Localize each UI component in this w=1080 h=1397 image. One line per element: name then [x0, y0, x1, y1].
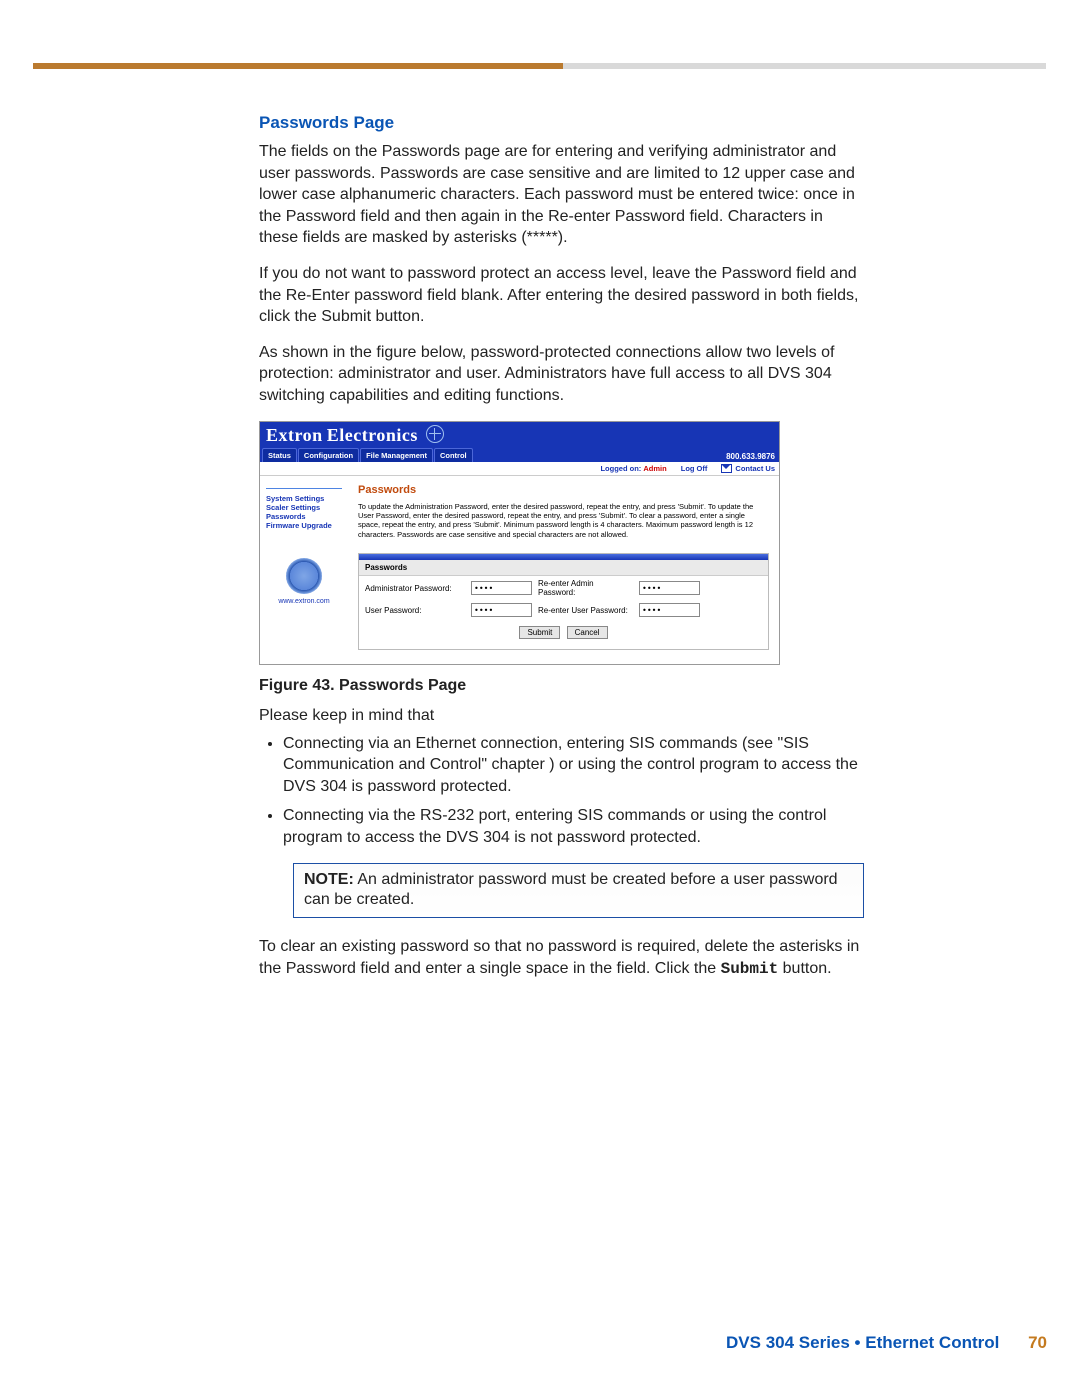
note-box: NOTE: An administrator password must be … [293, 863, 864, 919]
figure-caption-bold: Figure 43. [259, 677, 339, 694]
note-body: An administrator password must be create… [304, 871, 838, 909]
figure-caption-title: Passwords Page [339, 677, 466, 694]
page: Passwords Page The fields on the Passwor… [0, 0, 1080, 1397]
tab-status[interactable]: Status [262, 448, 297, 462]
bullet-list: Connecting via an Ethernet connection, e… [259, 733, 864, 849]
figure-caption: Figure 43. Passwords Page [259, 677, 864, 695]
cancel-button[interactable]: Cancel [567, 626, 608, 639]
content-column: Passwords Page The fields on the Passwor… [259, 113, 864, 994]
admin-password-input[interactable] [471, 581, 532, 595]
main-area: System Settings Scaler Settings Password… [260, 476, 779, 665]
please-keep-in-mind: Please keep in mind that [259, 705, 864, 727]
contact-us-label: Contact Us [735, 464, 775, 473]
action-row: Submit Cancel [359, 620, 768, 649]
admin-password-row: Administrator Password: Re-enter Admin P… [359, 576, 768, 600]
tab-bar: Status Configuration File Management Con… [260, 447, 779, 462]
sidebar-divider [266, 488, 342, 489]
re-admin-password-input[interactable] [639, 581, 700, 595]
brand-text: Extron Electronics [266, 425, 418, 445]
submit-button[interactable]: Submit [519, 626, 560, 639]
intro-paragraph-1: The fields on the Passwords page are for… [259, 141, 864, 249]
tab-control[interactable]: Control [434, 448, 473, 462]
sidebar-item-firmware-upgrade[interactable]: Firmware Upgrade [266, 521, 342, 530]
sidebar: System Settings Scaler Settings Password… [260, 476, 348, 665]
clear-password-part-c: button. [778, 960, 831, 977]
figure-screenshot: Extron Electronics Status Configuration … [259, 421, 780, 666]
tab-file-management[interactable]: File Management [360, 448, 433, 462]
re-admin-password-label: Re-enter Admin Password: [538, 579, 633, 597]
bullet-rs232: Connecting via the RS-232 port, entering… [283, 805, 864, 848]
submit-literal: Submit [721, 960, 779, 978]
page-footer: DVS 304 Series • Ethernet Control 70 [33, 1333, 1047, 1353]
page-header-rule [33, 63, 1046, 69]
bullet-ethernet: Connecting via an Ethernet connection, e… [283, 733, 864, 798]
page-header-rule-accent [33, 63, 563, 69]
contact-us-link[interactable]: Contact Us [721, 464, 775, 473]
logged-on-text: Logged on: [600, 464, 641, 473]
info-bar: Logged on: Admin Log Off Contact Us [260, 462, 779, 476]
sidebar-item-passwords[interactable]: Passwords [266, 512, 342, 521]
seal-icon [286, 558, 322, 594]
passwords-panel: Passwords Administrator Password: Re-ent… [358, 553, 769, 650]
log-off-link[interactable]: Log Off [681, 464, 708, 473]
page-title: Passwords [358, 484, 769, 496]
logged-on-user: Admin [643, 464, 666, 473]
clear-password-paragraph: To clear an existing password so that no… [259, 936, 864, 980]
user-password-input[interactable] [471, 603, 532, 617]
site-url[interactable]: www.extron.com [266, 598, 342, 605]
brand-logo-icon [426, 425, 444, 443]
content-panel: Passwords To update the Administration P… [348, 476, 779, 665]
footer-page-number: 70 [1028, 1333, 1047, 1352]
tab-configuration[interactable]: Configuration [298, 448, 359, 462]
sidebar-item-system-settings[interactable]: System Settings [266, 494, 342, 503]
re-user-password-input[interactable] [639, 603, 700, 617]
mail-icon [721, 464, 732, 473]
panel-section-label: Passwords [359, 560, 768, 576]
intro-paragraph-2: If you do not want to password protect a… [259, 263, 864, 328]
logged-on-label: Logged on: Admin [600, 464, 666, 473]
page-description: To update the Administration Password, e… [358, 502, 769, 540]
user-password-row: User Password: Re-enter User Password: [359, 600, 768, 620]
re-user-password-label: Re-enter User Password: [538, 606, 633, 615]
note-label: NOTE: [304, 871, 354, 888]
intro-paragraph-3: As shown in the figure below, password-p… [259, 342, 864, 407]
section-heading: Passwords Page [259, 113, 864, 133]
sidebar-seal: www.extron.com [266, 558, 342, 605]
sidebar-item-scaler-settings[interactable]: Scaler Settings [266, 503, 342, 512]
app-header: Extron Electronics [260, 422, 779, 447]
support-phone: 800.633.9876 [726, 452, 775, 461]
admin-password-label: Administrator Password: [365, 584, 465, 593]
footer-title: DVS 304 Series • Ethernet Control [726, 1333, 999, 1352]
user-password-label: User Password: [365, 606, 465, 615]
